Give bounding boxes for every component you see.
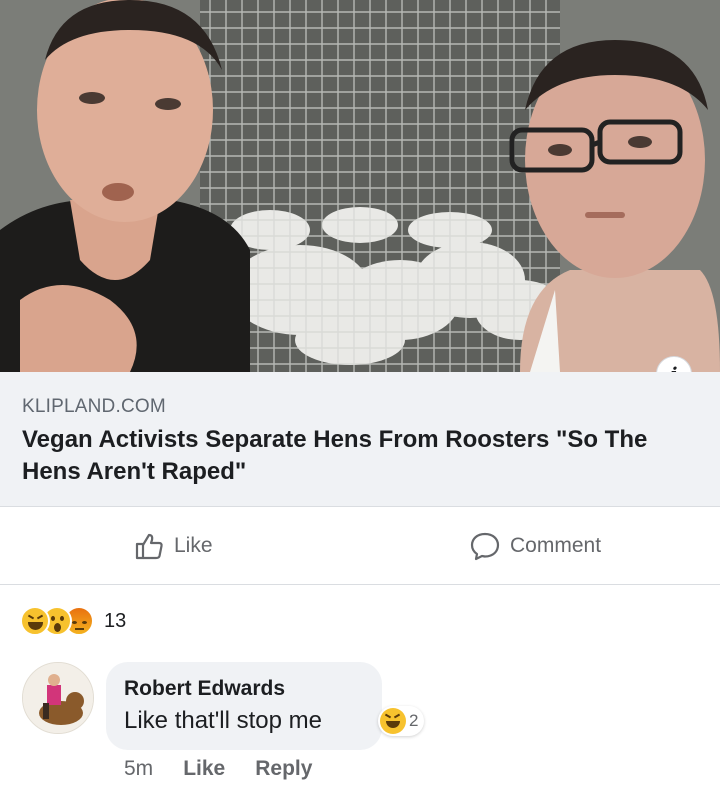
comment-reply-button[interactable]: Reply	[255, 757, 312, 781]
like-label: Like	[174, 534, 213, 557]
post-image[interactable]: i	[0, 0, 720, 372]
avatar-image	[23, 663, 93, 733]
comment-button[interactable]: Comment	[470, 531, 601, 561]
comment-author[interactable]: Robert Edwards	[124, 677, 285, 701]
speech-bubble-icon	[470, 532, 500, 561]
thumbs-up-icon	[135, 533, 163, 560]
comment-text: Like that'll stop me	[124, 707, 323, 734]
reaction-summary[interactable]: 13	[20, 604, 126, 638]
comment-like-button[interactable]: Like	[183, 757, 225, 781]
comment-bubble[interactable]: Robert Edwards Like that'll stop me	[106, 662, 382, 750]
comment-reaction-count: 2	[409, 711, 419, 730]
link-domain: KLIPLAND.COM	[22, 396, 166, 417]
comment-timestamp[interactable]: 5m	[124, 757, 153, 781]
post-photo	[0, 0, 720, 372]
haha-emoji-icon	[20, 606, 50, 636]
haha-emoji-icon	[380, 708, 406, 734]
like-button[interactable]: Like	[134, 531, 213, 561]
link-preview[interactable]: KLIPLAND.COM Vegan Activists Separate He…	[0, 372, 720, 507]
right-person	[509, 40, 720, 372]
comment-label: Comment	[510, 534, 602, 557]
comment-reaction-badge[interactable]: 2	[378, 706, 425, 736]
link-title[interactable]: Vegan Activists Separate Hens From Roost…	[22, 424, 682, 488]
avatar[interactable]	[22, 662, 94, 734]
reaction-count: 13	[104, 609, 127, 632]
post-action-bar: Like Comment	[0, 507, 720, 585]
comment-meta: 5m Like Reply	[124, 757, 312, 781]
